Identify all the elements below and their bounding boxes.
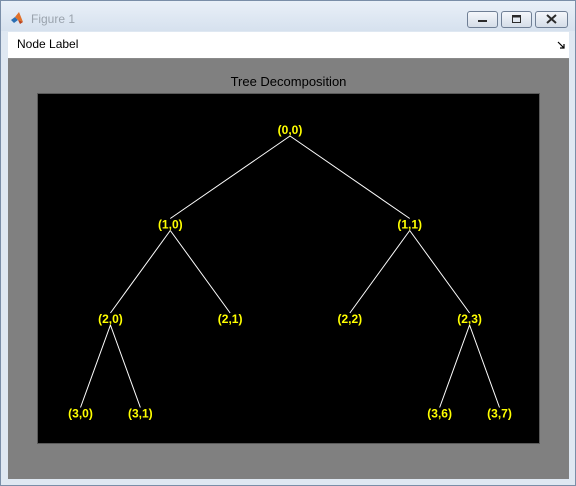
title-bar[interactable]: Figure 1 (1, 1, 575, 31)
dock-arrow-icon[interactable] (557, 41, 566, 50)
matlab-logo-icon (11, 12, 23, 24)
tree-edge-1-0-2-0 (110, 230, 171, 314)
minimize-button[interactable] (467, 11, 498, 28)
tree-node-3-7[interactable]: (3,7) (487, 407, 512, 421)
figure-window: Figure 1 Node Label Tree Decomposition (… (0, 0, 576, 486)
figure-canvas: Tree Decomposition (0,0) (1,0) (1,1) (2,0)(… (8, 59, 569, 479)
tree-node-1-0[interactable]: (1,0) (158, 218, 183, 232)
tree-edge-0-0-1-0 (170, 135, 291, 219)
tree-edge-1-1-2-3 (409, 230, 470, 314)
maximize-icon (512, 15, 521, 23)
tree-node-3-6[interactable]: (3,6) (427, 407, 452, 421)
tree-plot: (0,0) (1,0) (1,1) (2,0) (2,1) (2,2) (2,3) (3,0)… (68, 123, 512, 421)
close-button[interactable] (535, 11, 568, 28)
tree-node-2-1[interactable]: (2,1) (218, 312, 243, 326)
maximize-button[interactable] (501, 11, 532, 28)
tree-node-3-1[interactable]: (3,1) (128, 407, 153, 421)
node-label-menu[interactable]: Node Label (10, 34, 85, 54)
tree-node-0-0[interactable]: (0,0) (278, 123, 303, 137)
close-icon (546, 14, 557, 24)
tree-edge-2-3-3-7 (469, 324, 500, 408)
tree-node-3-0[interactable]: (3,0) (68, 407, 93, 421)
tree-node-2-3[interactable]: (2,3) (457, 312, 482, 326)
minimize-icon (478, 20, 487, 22)
tree-edge-2-0-3-0 (80, 324, 111, 408)
tree-edge-2-0-3-1 (109, 324, 141, 408)
window-title: Figure 1 (31, 12, 76, 26)
tree-edge-1-0-2-1 (169, 230, 231, 314)
tree-axes: (0,0) (1,0) (1,1) (2,0) (2,1) (2,2) (2,3) (3,0)… (37, 93, 540, 444)
tree-node-2-2[interactable]: (2,2) (338, 312, 363, 326)
tree-edge-1-1-2-2 (349, 230, 411, 314)
tree-edge-2-3-3-6 (439, 324, 471, 408)
axes-title: Tree Decomposition (230, 74, 347, 89)
tree-node-2-0[interactable]: (2,0) (98, 312, 123, 326)
tree-node-1-1[interactable]: (1,1) (397, 218, 422, 232)
tree-edge-0-0-1-1 (289, 135, 410, 219)
figure-toolbar: Node Label (8, 32, 569, 59)
